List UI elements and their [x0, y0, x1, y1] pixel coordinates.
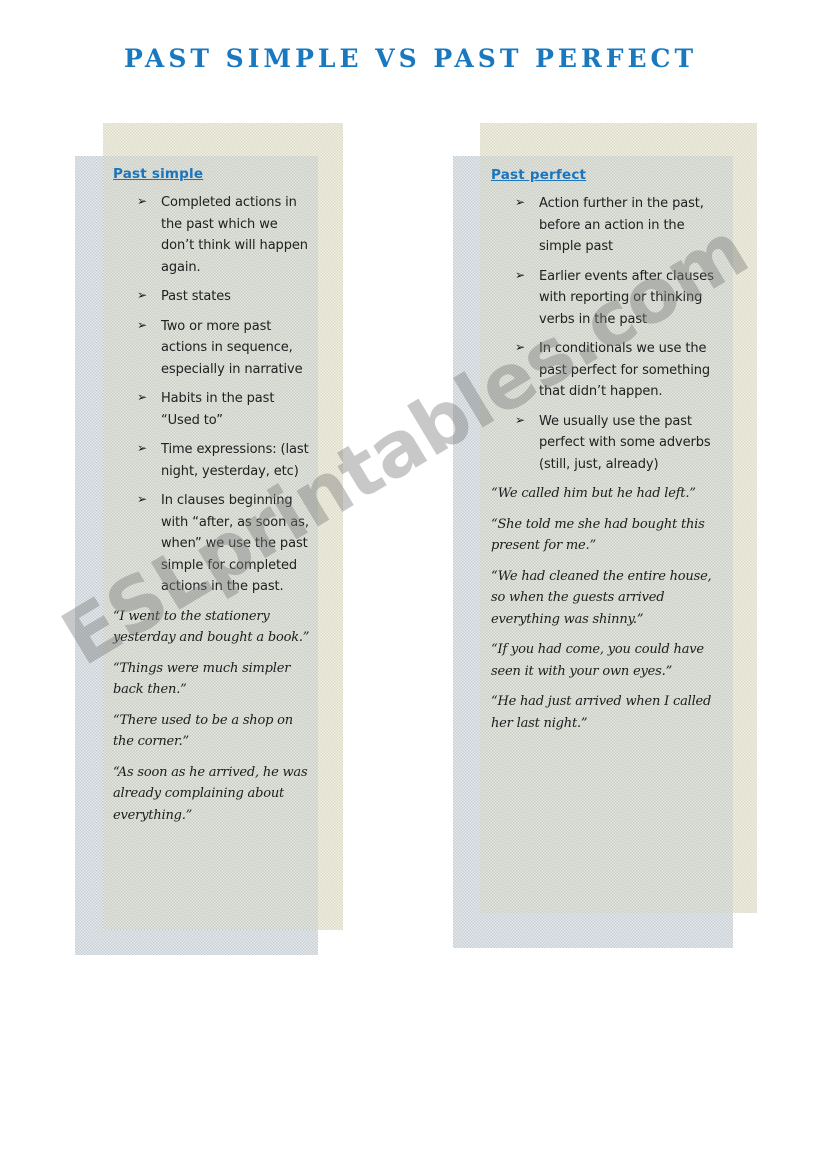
arrowhead-bullet-icon: ➢ [137, 441, 147, 455]
section-heading-past-simple: Past simple [113, 166, 204, 182]
arrowhead-bullet-icon: ➢ [515, 340, 525, 354]
arrowhead-bullet-icon: ➢ [137, 288, 147, 302]
rule-item: ➢ We usually use the past perfect with s… [515, 411, 723, 476]
rule-item: ➢ Habits in the past “Used to” [137, 388, 313, 431]
arrowhead-bullet-icon: ➢ [137, 390, 147, 404]
content-past-simple: Past simple ➢ Completed actions in the p… [113, 166, 313, 835]
arrowhead-bullet-icon: ➢ [137, 317, 147, 332]
rule-item: ➢ Action further in the past, before an … [515, 193, 723, 258]
rule-item: ➢ Two or more past actions in sequence, … [137, 316, 313, 381]
rule-text: Habits in the past “Used to” [161, 391, 275, 428]
rule-text: Action further in the past, before an ac… [539, 196, 704, 254]
example-sentence: “If you had come, you could have seen it… [491, 642, 704, 679]
arrowhead-bullet-icon: ➢ [515, 267, 525, 282]
rule-text: In clauses beginning with “after, as soo… [161, 493, 309, 594]
arrowhead-bullet-icon: ➢ [137, 194, 147, 208]
rules-list-past-perfect: ➢ Action further in the past, before an … [491, 193, 723, 475]
example-sentence: “She told me she had bought this present… [491, 516, 705, 554]
rule-item: ➢ In clauses beginning with “after, as s… [137, 490, 313, 598]
rule-item: ➢ In conditionals we use the past perfec… [515, 338, 723, 403]
page-title: PAST SIMPLE VS PAST PERFECT [123, 44, 698, 73]
examples-past-simple: “I went to the stationery yesterday and … [113, 606, 313, 827]
rule-text: Past states [161, 289, 231, 304]
rule-text: Earlier events after clauses with report… [539, 268, 714, 327]
rule-item: ➢ Time expressions: (last night, yesterd… [137, 439, 313, 482]
example-sentence: “I went to the stationery yesterday and … [113, 608, 310, 646]
example-sentence: “There used to be a shop on the corner.” [113, 712, 293, 750]
content-past-perfect: Past perfect ➢ Action further in the pas… [491, 167, 723, 743]
rules-list-past-simple: ➢ Completed actions in the past which we… [113, 192, 313, 598]
section-heading-past-perfect: Past perfect [491, 167, 587, 183]
rule-item: ➢ Past states [137, 286, 313, 308]
rule-text: We usually use the past perfect with som… [539, 413, 711, 472]
example-sentence: “Things were much simpler back then.” [113, 660, 291, 698]
rule-item: ➢ Completed actions in the past which we… [137, 192, 313, 278]
examples-past-perfect: “We called him but he had left.” “She to… [491, 483, 723, 734]
arrowhead-bullet-icon: ➢ [515, 195, 525, 209]
example-sentence: “As soon as he arrived, he was already c… [113, 764, 308, 823]
example-sentence: “We called him but he had left.” [491, 486, 696, 501]
rule-text: Completed actions in the past which we d… [161, 195, 308, 275]
rule-text: In conditionals we use the past perfect … [539, 341, 711, 399]
arrowhead-bullet-icon: ➢ [137, 492, 147, 506]
rule-text: Time expressions: (last night, yesterday… [161, 442, 309, 479]
rule-text: Two or more past actions in sequence, es… [161, 318, 303, 377]
rule-item: ➢ Earlier events after clauses with repo… [515, 266, 723, 331]
example-sentence: “We had cleaned the entire house, so whe… [491, 568, 712, 627]
example-sentence: “He had just arrived when I called her l… [491, 694, 712, 731]
arrowhead-bullet-icon: ➢ [515, 412, 525, 427]
